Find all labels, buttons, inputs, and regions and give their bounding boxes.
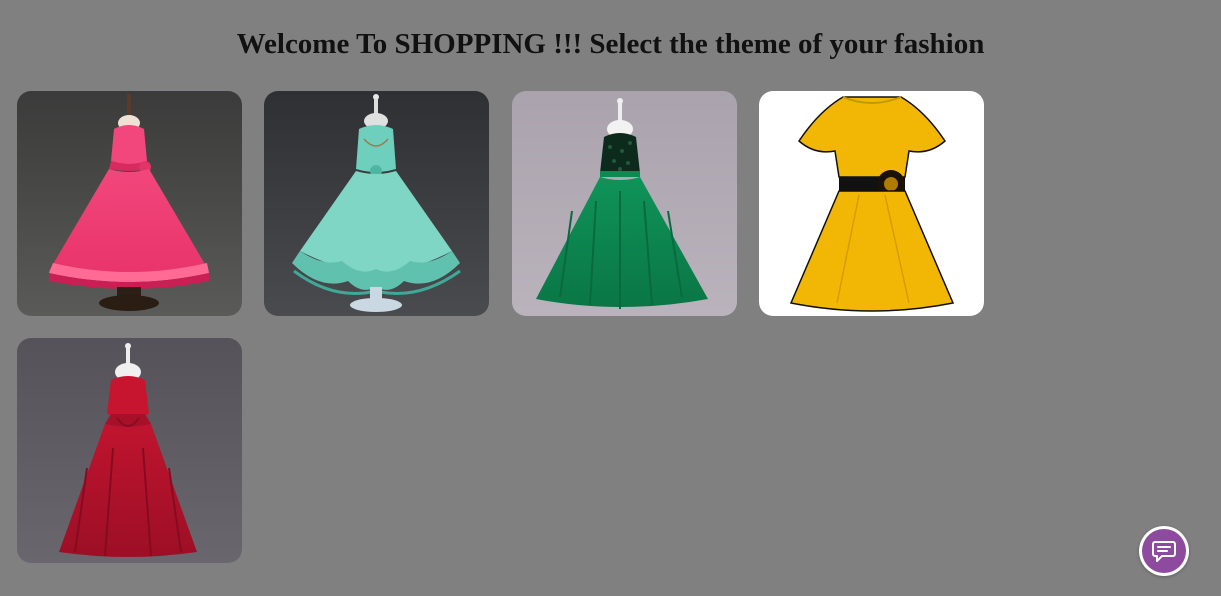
chat-button[interactable] xyxy=(1139,526,1189,576)
theme-tile-yellow-dress[interactable] xyxy=(759,91,984,316)
theme-tile-green-dress[interactable] xyxy=(512,91,737,316)
page-title: Welcome To SHOPPING !!! Select the theme… xyxy=(236,28,985,60)
pink-dress-image xyxy=(17,91,242,316)
theme-tile-mint-dress[interactable] xyxy=(264,91,489,316)
chat-bubble-icon xyxy=(1152,541,1176,562)
theme-tile-pink-dress[interactable] xyxy=(17,91,242,316)
chat-button-bg xyxy=(1142,529,1186,573)
green-dress-image xyxy=(512,91,737,316)
mint-dress-image xyxy=(264,91,489,316)
yellow-dress-image xyxy=(759,91,984,316)
red-dress-image xyxy=(17,338,242,563)
theme-tile-red-dress[interactable] xyxy=(17,338,242,563)
